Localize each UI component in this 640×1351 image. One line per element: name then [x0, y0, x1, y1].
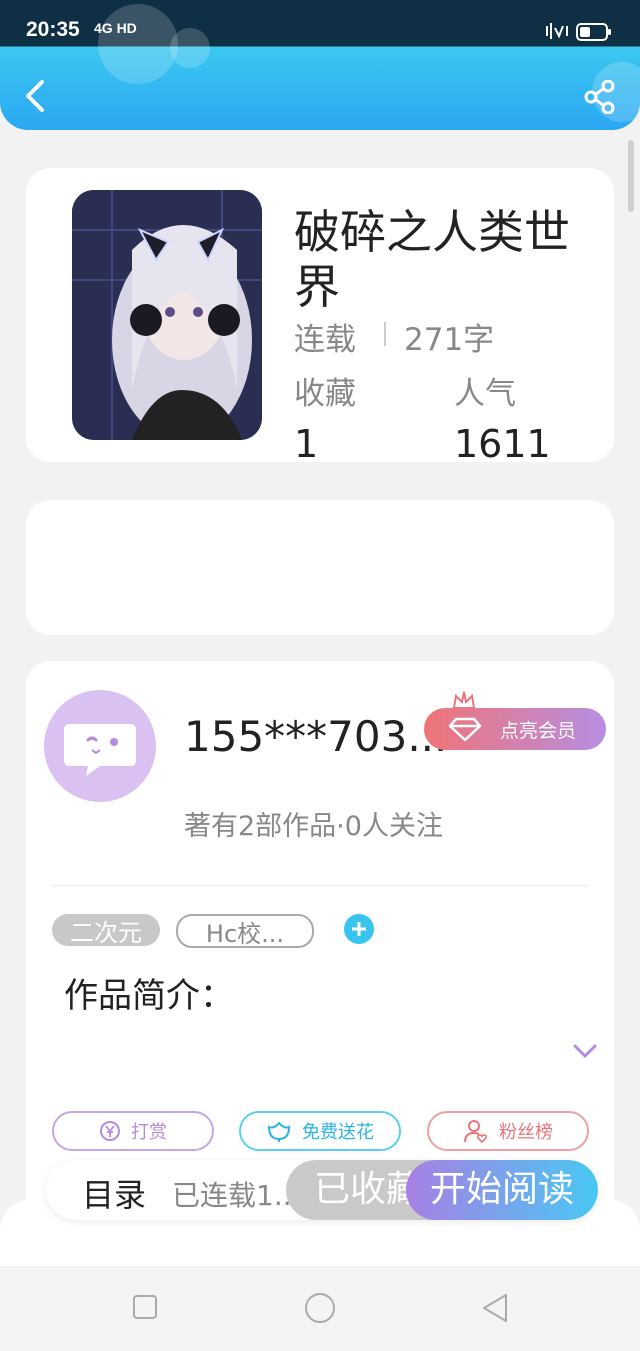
flower-label: 免费送花 [302, 1122, 374, 1143]
fans-label: 粉丝榜 [499, 1122, 553, 1143]
cover-illustration [72, 190, 262, 440]
tag-label: Hc校... [205, 919, 285, 948]
reward-label: 打赏 [131, 1122, 167, 1143]
scrollbar[interactable] [628, 140, 634, 212]
expand-intro-button[interactable] [572, 1042, 598, 1060]
add-tag-button[interactable] [344, 914, 374, 944]
network-indicator: 4G HD [94, 20, 137, 36]
yen-coin-icon [100, 1121, 120, 1141]
book-title: 破碎之人类世界 [294, 205, 570, 314]
author-info: 著有2部作品·0人关注 [184, 811, 443, 842]
triangle-back-icon [483, 1294, 507, 1322]
meta-divider [384, 322, 386, 346]
tag-label: 二次元 [70, 918, 142, 947]
vip-label: 点亮会员 [500, 719, 577, 742]
status-time: 20:35 [26, 18, 80, 41]
share-icon [584, 79, 615, 115]
favorites-label: 收藏 [294, 376, 356, 412]
reward-button[interactable]: 打赏 [52, 1111, 214, 1151]
recent-apps-button[interactable] [132, 1294, 158, 1320]
diamond-icon [448, 717, 482, 742]
tag-chip[interactable]: 二次元 [52, 914, 160, 947]
author-avatar[interactable] [44, 690, 156, 802]
square-icon [133, 1295, 157, 1319]
chevron-left-icon [26, 80, 44, 112]
chevron-down-icon [573, 1044, 597, 1059]
blank-card [26, 500, 614, 635]
back-button[interactable] [20, 78, 52, 114]
divider [52, 885, 588, 886]
plus-icon [352, 922, 366, 936]
intro-heading: 作品简介： [64, 976, 234, 1016]
word-count: 271字 [404, 322, 495, 358]
tag-chip[interactable]: Hc校... [176, 914, 314, 948]
popularity-label: 人气 [454, 376, 516, 412]
circle-icon [305, 1293, 335, 1323]
share-button[interactable] [584, 79, 616, 115]
start-reading-button[interactable]: 开始阅读 [406, 1160, 598, 1220]
send-flower-button[interactable]: 免费送花 [239, 1111, 401, 1151]
chat-bubble-icon [64, 724, 136, 776]
favorites-value: 1 [294, 422, 319, 466]
popularity-value: 1611 [454, 422, 551, 466]
serialized-info: 已连载1... [172, 1179, 301, 1212]
start-reading-label: 开始阅读 [429, 1169, 574, 1210]
author-name[interactable]: 155***703... [184, 712, 447, 761]
flower-icon [267, 1121, 291, 1142]
back-nav-button[interactable] [480, 1292, 510, 1324]
fans-ranking-button[interactable]: 粉丝榜 [427, 1111, 589, 1151]
serial-status: 连载 [294, 322, 356, 358]
book-cover[interactable] [72, 190, 262, 440]
battery-icon [576, 22, 612, 42]
bottom-action-bar: 目录 已连载1... 已收藏 开始阅读 [46, 1160, 598, 1220]
user-heart-icon [464, 1120, 488, 1144]
home-button[interactable] [304, 1292, 336, 1324]
vibrate-icon [544, 20, 570, 42]
crown-icon [452, 690, 476, 710]
catalog-button[interactable]: 目录 [82, 1170, 146, 1216]
vip-button[interactable]: 点亮会员 [424, 708, 606, 750]
system-nav-bar [0, 1266, 640, 1351]
